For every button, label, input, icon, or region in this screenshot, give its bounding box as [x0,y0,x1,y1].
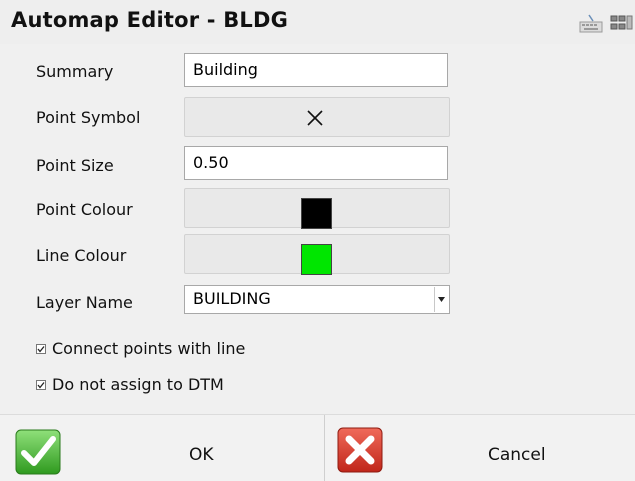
ok-button[interactable]: OK [0,415,324,481]
cancel-button[interactable]: Cancel [325,415,635,481]
action-bar: OK Cancel [0,414,635,481]
layer-name-label: Layer Name [36,293,133,312]
no-dtm-checkbox[interactable] [36,379,46,390]
title-bar: Automap Editor - BLDG [0,0,635,44]
summary-label: Summary [36,62,114,81]
cancel-x-icon [337,427,383,473]
point-size-label: Point Size [36,156,114,175]
point-size-input[interactable]: 0.50 [184,146,448,180]
layer-name-select[interactable]: BUILDING [184,285,450,314]
point-symbol-button[interactable] [184,97,450,137]
ok-label: OK [189,445,214,465]
point-colour-swatch [301,198,332,229]
grid-icon[interactable] [609,13,633,33]
no-dtm-option[interactable]: Do not assign to DTM [36,375,224,394]
line-colour-label: Line Colour [36,246,127,265]
layer-name-value: BUILDING [193,289,271,308]
keyboard-icon[interactable] [579,13,603,33]
checkmark-icon [36,379,46,390]
window-title: Automap Editor - BLDG [11,8,289,32]
summary-input[interactable]: Building [184,53,448,87]
ok-check-icon [15,429,61,475]
dropdown-arrow[interactable] [434,287,448,312]
cross-icon [307,110,323,126]
connect-points-option[interactable]: Connect points with line [36,339,245,358]
connect-points-label: Connect points with line [52,339,246,358]
line-colour-swatch [301,244,332,275]
point-colour-label: Point Colour [36,200,133,219]
point-colour-button[interactable] [184,188,450,229]
no-dtm-label: Do not assign to DTM [52,375,224,394]
point-symbol-label: Point Symbol [36,108,141,127]
connect-points-checkbox[interactable] [36,343,46,354]
line-colour-button[interactable] [184,234,450,275]
checkmark-icon [36,343,46,354]
cancel-label: Cancel [488,445,546,465]
chevron-down-icon [438,297,445,302]
